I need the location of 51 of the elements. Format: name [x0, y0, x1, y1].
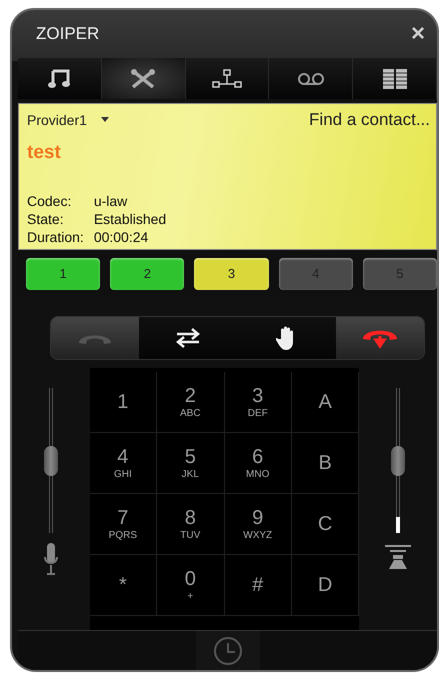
caret-icon — [100, 117, 109, 122]
info-value: 00:00:24 — [94, 228, 150, 245]
keypad-key[interactable]: 0 + — [157, 555, 224, 616]
keypad-key[interactable]: 6 MNO — [224, 433, 292, 494]
transfer-arrows-icon — [175, 327, 202, 350]
keypad-key[interactable]: 8 TUV — [157, 494, 224, 556]
contact-search-field[interactable]: Find a contact... — [270, 110, 430, 130]
tab[interactable] — [102, 58, 186, 99]
provider-dropdown[interactable]: Provider1 — [27, 112, 109, 128]
keypad-key[interactable]: D — [292, 555, 360, 616]
keypad-key[interactable]: 9 WXYZ — [224, 494, 292, 556]
keypad-key[interactable]: 1 — [90, 372, 158, 434]
tab[interactable] — [186, 58, 270, 99]
tab[interactable] — [269, 58, 354, 99]
slider-thumb[interactable] — [391, 446, 406, 476]
keypad-key[interactable]: C — [292, 494, 360, 556]
tab[interactable] — [18, 58, 102, 99]
keypad-key[interactable]: 3 DEF — [224, 372, 292, 434]
info-label: Codec: — [27, 192, 72, 209]
columns-icon — [382, 68, 408, 90]
tools-icon — [130, 68, 156, 89]
keypad-key[interactable]: 4 GHI — [90, 433, 158, 494]
clock-icon — [212, 636, 242, 666]
hangup-button[interactable] — [336, 316, 424, 360]
transfer-button[interactable] — [139, 316, 238, 360]
microphone-icon — [42, 543, 59, 576]
keypad-key[interactable]: 7 PQRS — [90, 494, 158, 556]
keypad-key[interactable]: * — [90, 555, 158, 616]
keypad-key[interactable]: # — [224, 555, 292, 616]
keypad-key[interactable]: 5 JKL — [157, 433, 224, 494]
line-button[interactable]: 3 — [194, 258, 269, 290]
volume-meter — [396, 517, 400, 534]
window-title: ZOIPER — [36, 24, 100, 44]
slider-thumb[interactable] — [44, 446, 58, 476]
voicemail-icon — [296, 72, 325, 86]
keypad-key[interactable]: A — [292, 372, 360, 434]
line-button[interactable]: 2 — [110, 258, 184, 290]
hold-button[interactable] — [238, 316, 336, 360]
info-label: State: — [27, 210, 65, 227]
keypad-key[interactable]: B — [292, 433, 360, 494]
tab[interactable] — [353, 58, 437, 99]
info-value: u-law — [94, 192, 128, 209]
line-button[interactable]: 1 — [26, 258, 100, 290]
info-label: Duration: — [27, 228, 84, 245]
network-icon — [212, 68, 242, 89]
close-button[interactable]: × — [410, 22, 425, 46]
music-note-icon — [48, 68, 70, 89]
history-button[interactable] — [196, 631, 260, 670]
info-value: Established — [94, 210, 168, 227]
contact-name: test — [27, 142, 62, 164]
keypad-key[interactable]: 2 ABC — [157, 372, 224, 434]
